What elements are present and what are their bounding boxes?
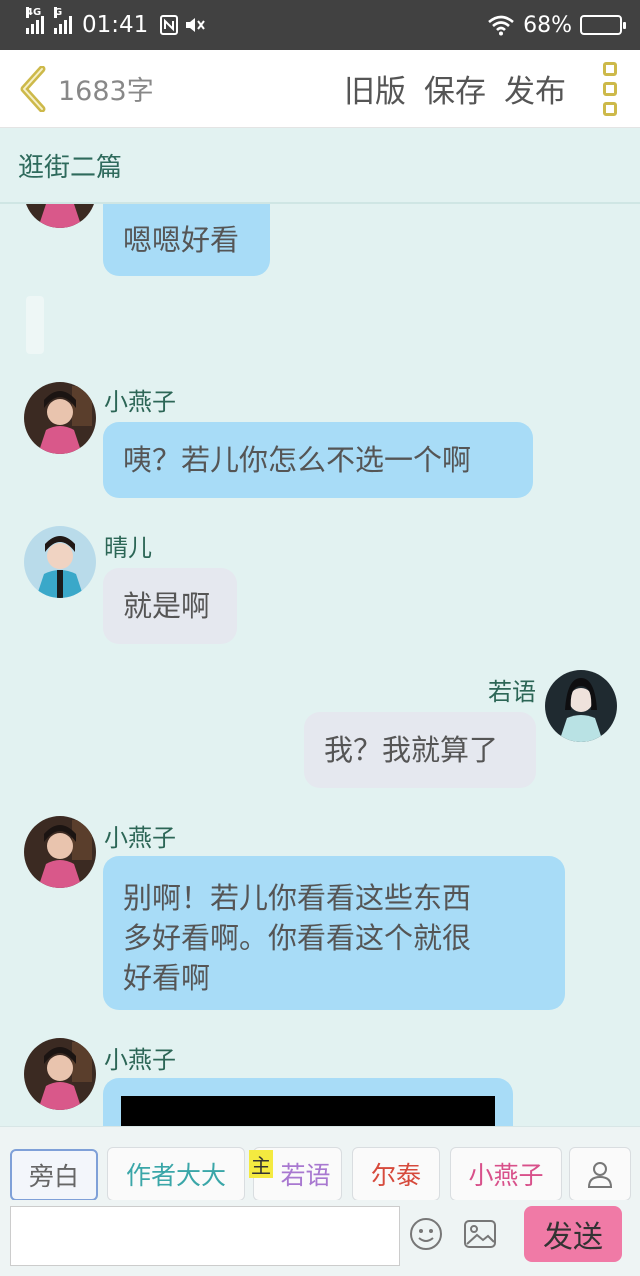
publish-button[interactable]: 发布 <box>504 66 566 111</box>
message-text: 就是啊 <box>123 589 211 623</box>
battery-icon <box>580 15 626 35</box>
nfc-icon <box>160 15 179 35</box>
user-icon <box>587 1162 613 1188</box>
battery-percent: 68% <box>523 12 572 38</box>
avatar <box>24 526 96 598</box>
save-button[interactable]: 保存 <box>424 66 486 111</box>
role-narrator[interactable]: 旁白 <box>10 1149 98 1201</box>
old-version-button[interactable]: 旧版 <box>344 66 406 111</box>
message-bubble[interactable]: 咦？若儿你怎么不选一个啊 <box>103 422 533 498</box>
emoji-icon[interactable] <box>408 1216 444 1252</box>
clock: 01:41 <box>82 12 149 38</box>
image-message-bubble[interactable] <box>103 1078 513 1126</box>
signal-4g-icon: 4G <box>26 7 44 34</box>
add-role-button[interactable] <box>569 1147 631 1201</box>
message-bubble[interactable]: 嗯嗯好看 <box>103 204 270 276</box>
message-bubble[interactable]: 别啊！若儿你看看这些东西 多好看啊。你看看这个就很 好看啊 <box>103 856 565 1010</box>
speaker-name: 若语 <box>488 678 536 706</box>
wifi-icon <box>487 14 515 36</box>
word-count: 1683字 <box>58 76 154 107</box>
mute-icon <box>184 15 206 35</box>
chapter-title[interactable]: 逛街二篇 <box>0 128 640 204</box>
send-button[interactable]: 发送 <box>524 1206 622 1262</box>
message-bubble[interactable]: 就是啊 <box>103 568 237 644</box>
back-button[interactable] <box>16 65 50 112</box>
chat-area[interactable]: 嗯嗯好看 小燕子 咦？若儿你怎么不选一个啊 晴儿 就是啊 若语 我？我就算了 小… <box>0 204 640 1126</box>
message-bubble[interactable]: 我？我就算了 <box>304 712 536 788</box>
main-role-badge: 主 <box>249 1150 273 1178</box>
message-text-line: 多好看啊。你看看这个就很 <box>123 921 472 955</box>
empty-line-placeholder <box>26 296 44 354</box>
role-ertai[interactable]: 尔泰 <box>352 1147 440 1201</box>
speaker-name: 小燕子 <box>104 824 176 852</box>
speaker-name: 小燕子 <box>104 388 176 416</box>
message-text: 我？我就算了 <box>324 733 499 767</box>
message-text: 咦？若儿你怎么不选一个啊 <box>123 443 472 477</box>
role-selector-bar: 旁白 作者大大 若语 尔泰 小燕子 <box>0 1126 640 1201</box>
message-text-line: 别啊！若儿你看看这些东西 <box>123 881 472 915</box>
role-author[interactable]: 作者大大 <box>107 1147 245 1201</box>
status-bar: 4G G 01:41 68% <box>0 0 640 50</box>
avatar <box>24 204 96 228</box>
role-xiaoyanzi[interactable]: 小燕子 <box>450 1147 562 1201</box>
avatar <box>24 1038 96 1110</box>
message-text: 嗯嗯好看 <box>123 223 240 257</box>
speaker-name: 小燕子 <box>104 1046 176 1074</box>
signal-g-icon: G <box>54 7 72 34</box>
chevron-left-icon <box>20 65 46 112</box>
speaker-name: 晴儿 <box>104 534 152 562</box>
message-text-line: 好看啊 <box>123 961 211 995</box>
editor-toolbar: 1683字 旧版 保存 发布 <box>0 50 640 128</box>
image-icon[interactable] <box>462 1216 498 1252</box>
avatar <box>24 816 96 888</box>
avatar <box>24 382 96 454</box>
message-input[interactable] <box>10 1206 400 1266</box>
avatar <box>545 670 617 742</box>
input-bar: 发送 <box>0 1200 640 1276</box>
message-image[interactable] <box>121 1096 495 1126</box>
more-menu-icon[interactable] <box>596 61 624 116</box>
